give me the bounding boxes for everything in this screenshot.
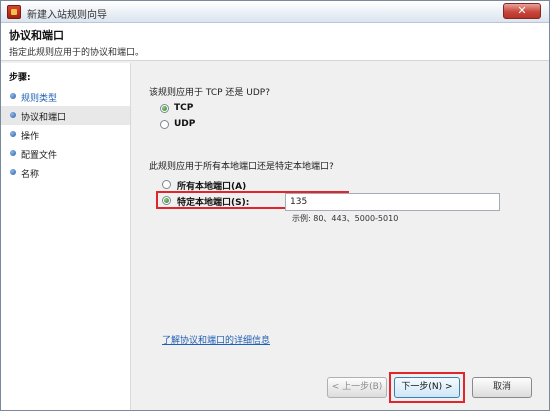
step-bullet-icon xyxy=(10,112,16,118)
all-ports-radio[interactable] xyxy=(162,180,171,189)
tcp-label[interactable]: TCP xyxy=(174,103,193,113)
udp-radio[interactable] xyxy=(160,120,169,129)
step-bullet-icon xyxy=(10,93,16,99)
tcp-radio[interactable] xyxy=(160,104,169,113)
page-subtitle: 指定此规则应用于的协议和端口。 xyxy=(9,48,145,58)
port-number-input[interactable]: 135 xyxy=(285,193,500,211)
step-label: 名称 xyxy=(21,170,40,180)
wizard-content: 该规则应用于 TCP 还是 UDP? TCP UDP 此规则应用于所有本地端口还… xyxy=(132,63,549,410)
steps-heading: 步骤: xyxy=(9,73,31,83)
step-label: 操作 xyxy=(21,132,40,142)
step-bullet-icon xyxy=(10,150,16,156)
specific-ports-label[interactable]: 特定本地端口(S): xyxy=(177,195,249,208)
specific-ports-radio[interactable] xyxy=(162,196,171,205)
cancel-button[interactable]: 取消 xyxy=(472,377,532,398)
step-name: 名称 xyxy=(1,163,130,182)
step-label: 规则类型 xyxy=(21,94,58,104)
next-button[interactable]: 下一步(N) > xyxy=(394,377,460,398)
firewall-app-icon xyxy=(7,5,21,19)
step-protocol-ports: 协议和端口 xyxy=(1,106,130,125)
step-label: 协议和端口 xyxy=(21,113,67,123)
step-rule-type[interactable]: 规则类型 xyxy=(1,87,130,106)
step-action: 操作 xyxy=(1,125,130,144)
step-bullet-icon xyxy=(10,131,16,137)
udp-label[interactable]: UDP xyxy=(174,119,195,129)
step-bullet-icon xyxy=(10,169,16,175)
window-title: 新建入站规则向导 xyxy=(27,10,107,21)
step-label: 配置文件 xyxy=(21,151,58,161)
ports-question: 此规则应用于所有本地端口还是特定本地端口? xyxy=(149,162,334,172)
back-button[interactable]: < 上一步(B) xyxy=(327,377,387,398)
wizard-header: 协议和端口 指定此规则应用于的协议和端口。 xyxy=(1,23,549,61)
title-bar[interactable]: 新建入站规则向导 ✕ xyxy=(1,1,549,23)
protocol-ports-help-link[interactable]: 了解协议和端口的详细信息 xyxy=(162,333,270,346)
port-example-hint: 示例: 80、443、5000-5010 xyxy=(292,214,399,223)
wizard-window: 新建入站规则向导 ✕ 协议和端口 指定此规则应用于的协议和端口。 步骤: 规则类… xyxy=(0,0,550,411)
page-title: 协议和端口 xyxy=(9,29,64,42)
steps-panel: 步骤: 规则类型 协议和端口 操作 配置文件 名称 xyxy=(1,63,131,410)
close-button[interactable]: ✕ xyxy=(503,3,541,19)
step-profile: 配置文件 xyxy=(1,144,130,163)
protocol-question: 该规则应用于 TCP 还是 UDP? xyxy=(149,88,270,98)
